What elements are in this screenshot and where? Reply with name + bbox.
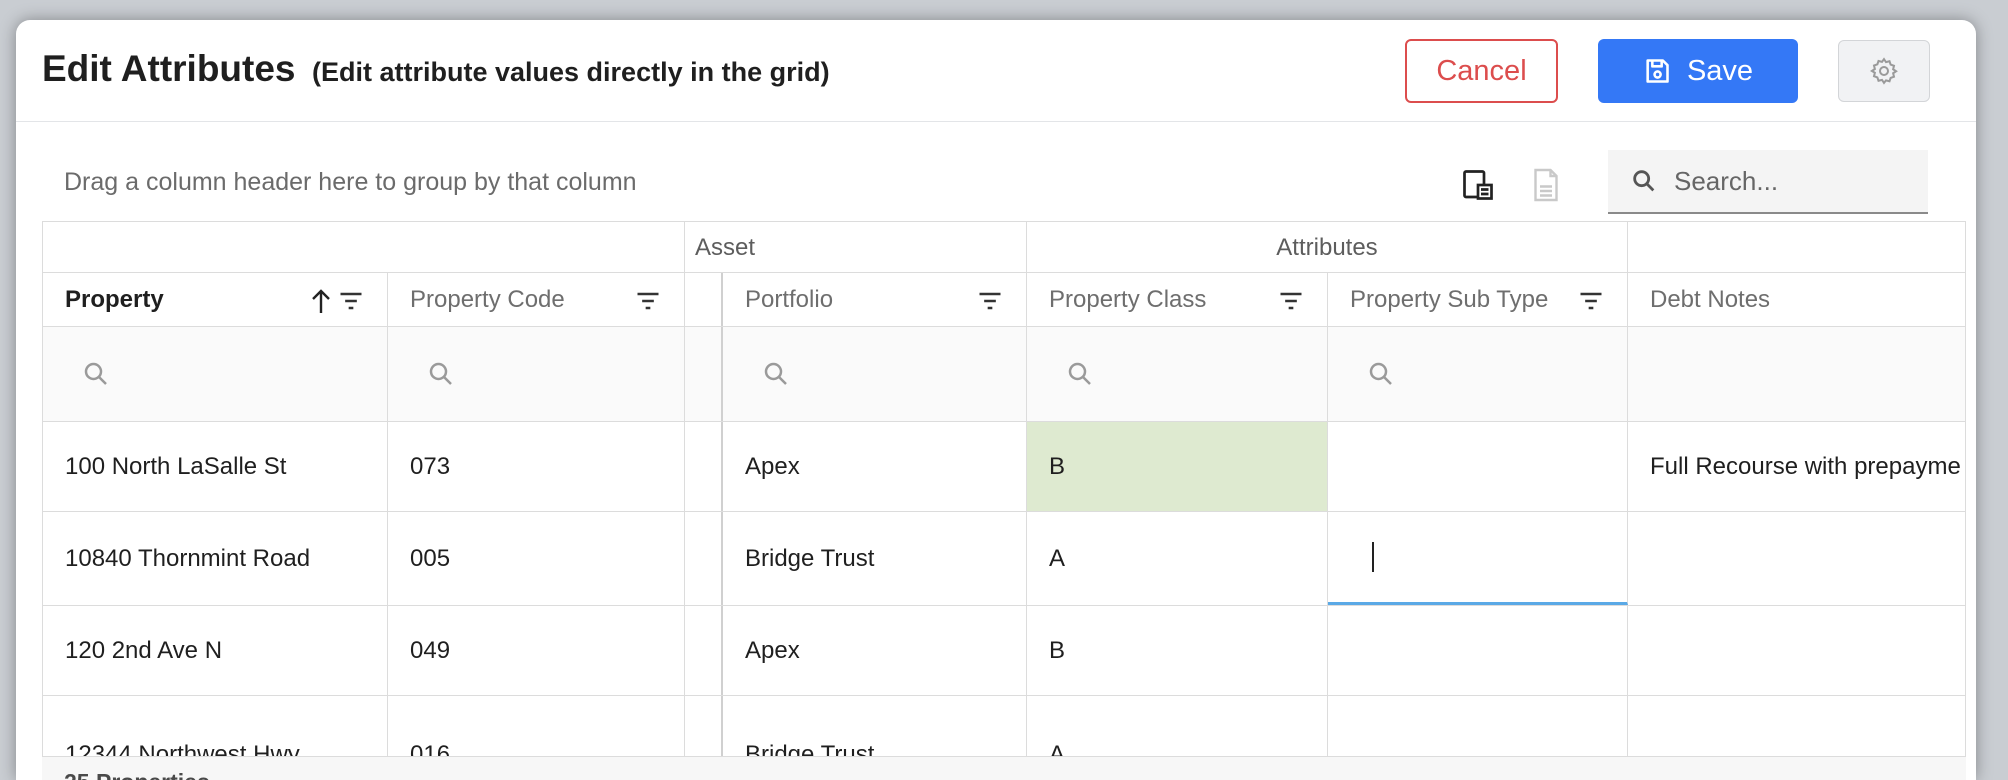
search-icon bbox=[764, 362, 787, 385]
cell-property[interactable]: 120 2nd Ave N bbox=[43, 606, 388, 695]
cell-property-sub-type-editor[interactable] bbox=[1328, 512, 1628, 605]
text-caret bbox=[1372, 542, 1374, 572]
settings-button[interactable] bbox=[1838, 40, 1930, 102]
column-chooser-icon[interactable] bbox=[1460, 167, 1496, 203]
cell-property-sub-type[interactable] bbox=[1328, 422, 1628, 511]
dialog-title: Edit Attributes bbox=[42, 48, 296, 89]
cell-debt-notes[interactable] bbox=[1628, 606, 1965, 695]
search-icon bbox=[1068, 362, 1091, 385]
sort-ascending-icon[interactable] bbox=[309, 287, 333, 315]
column-separator bbox=[685, 327, 723, 421]
band-asset: Asset bbox=[685, 222, 1027, 273]
column-header-label: Portfolio bbox=[745, 285, 834, 313]
column-header-label: Property bbox=[65, 285, 164, 313]
band-header-row: Asset Attributes bbox=[43, 222, 1965, 273]
cell-property-code[interactable]: 005 bbox=[388, 512, 685, 605]
column-header-row: Property Property Code Portfolio Propert… bbox=[43, 273, 1965, 327]
table-row[interactable]: 120 2nd Ave N 049 Apex B bbox=[43, 606, 1965, 696]
column-header-label: Property Sub Type bbox=[1350, 285, 1549, 313]
column-header-property-sub-type[interactable]: Property Sub Type bbox=[1328, 273, 1628, 326]
cell-property-code[interactable]: 049 bbox=[388, 606, 685, 695]
save-button[interactable]: Save bbox=[1598, 39, 1798, 103]
cell-portfolio[interactable]: Apex bbox=[723, 606, 1027, 695]
search-icon bbox=[1633, 170, 1655, 192]
group-panel-hint[interactable]: Drag a column header here to group by th… bbox=[64, 168, 637, 197]
cell-portfolio[interactable]: Bridge Trust bbox=[723, 512, 1027, 605]
column-header-label: Property Code bbox=[410, 285, 565, 313]
gear-icon bbox=[1869, 57, 1898, 85]
column-header-property-class[interactable]: Property Class bbox=[1027, 273, 1328, 326]
search-icon bbox=[1369, 362, 1392, 385]
save-button-label: Save bbox=[1686, 54, 1754, 87]
cell-debt-notes[interactable] bbox=[1628, 512, 1965, 605]
filter-cell-property-sub-type[interactable] bbox=[1328, 327, 1628, 421]
save-icon bbox=[1646, 59, 1669, 83]
grid-footer-summary: 25 Properties bbox=[42, 756, 1966, 780]
column-header-debt-notes[interactable]: Debt Notes bbox=[1628, 273, 1965, 326]
cell-property-code[interactable]: 073 bbox=[388, 422, 685, 511]
column-separator bbox=[685, 422, 723, 511]
cell-property[interactable]: 10840 Thornmint Road bbox=[43, 512, 388, 605]
filter-row bbox=[43, 327, 1965, 422]
table-row[interactable]: 100 North LaSalle St 073 Apex B Full Rec… bbox=[43, 422, 1965, 512]
filter-icon[interactable] bbox=[1577, 287, 1605, 315]
dialog-subtitle: (Edit attribute values directly in the g… bbox=[312, 57, 830, 87]
filter-cell-portfolio[interactable] bbox=[723, 327, 1027, 421]
filter-icon[interactable] bbox=[337, 287, 365, 315]
grid-search[interactable] bbox=[1608, 150, 1928, 214]
filter-icon[interactable] bbox=[1277, 287, 1305, 315]
column-header-label: Debt Notes bbox=[1650, 285, 1771, 313]
band-attributes-label: Attributes bbox=[1276, 233, 1378, 261]
attributes-grid: Asset Attributes Property Property Code bbox=[42, 221, 1966, 780]
band-empty bbox=[43, 222, 685, 273]
column-header-portfolio[interactable]: Portfolio bbox=[723, 273, 1027, 326]
filter-cell-property[interactable] bbox=[43, 327, 388, 421]
band-empty-right bbox=[1628, 222, 1965, 273]
cancel-button[interactable]: Cancel bbox=[1405, 39, 1558, 103]
search-icon bbox=[84, 362, 107, 385]
column-separator bbox=[685, 512, 723, 605]
cell-portfolio[interactable]: Apex bbox=[723, 422, 1027, 511]
filter-cell-property-class[interactable] bbox=[1027, 327, 1328, 421]
edit-attributes-dialog: Edit Attributes (Edit attribute values d… bbox=[16, 20, 1976, 780]
column-separator bbox=[685, 606, 723, 695]
column-header-property[interactable]: Property bbox=[43, 273, 388, 326]
cell-property[interactable]: 100 North LaSalle St bbox=[43, 422, 388, 511]
filter-icon[interactable] bbox=[976, 287, 1004, 315]
column-separator bbox=[685, 273, 723, 326]
cell-property-class-edited[interactable]: B bbox=[1027, 422, 1328, 511]
dialog-header: Edit Attributes (Edit attribute values d… bbox=[16, 20, 1976, 122]
table-row[interactable]: 10840 Thornmint Road 005 Bridge Trust A bbox=[43, 512, 1965, 606]
cell-property-class[interactable]: A bbox=[1027, 512, 1328, 605]
cancel-button-label: Cancel bbox=[1436, 54, 1527, 87]
export-icon[interactable] bbox=[1528, 167, 1564, 203]
search-input[interactable] bbox=[1674, 165, 1894, 197]
column-header-label: Property Class bbox=[1049, 285, 1207, 313]
filter-cell-debt-notes bbox=[1628, 327, 1965, 421]
column-header-property-code[interactable]: Property Code bbox=[388, 273, 685, 326]
band-attributes: Attributes bbox=[1027, 222, 1628, 273]
cell-debt-notes[interactable]: Full Recourse with prepayme bbox=[1628, 422, 1965, 511]
filter-icon[interactable] bbox=[634, 287, 662, 315]
cell-property-class[interactable]: B bbox=[1027, 606, 1328, 695]
filter-cell-property-code[interactable] bbox=[388, 327, 685, 421]
cell-property-sub-type[interactable] bbox=[1328, 606, 1628, 695]
search-icon bbox=[429, 362, 452, 385]
band-asset-label: Asset bbox=[695, 233, 756, 261]
